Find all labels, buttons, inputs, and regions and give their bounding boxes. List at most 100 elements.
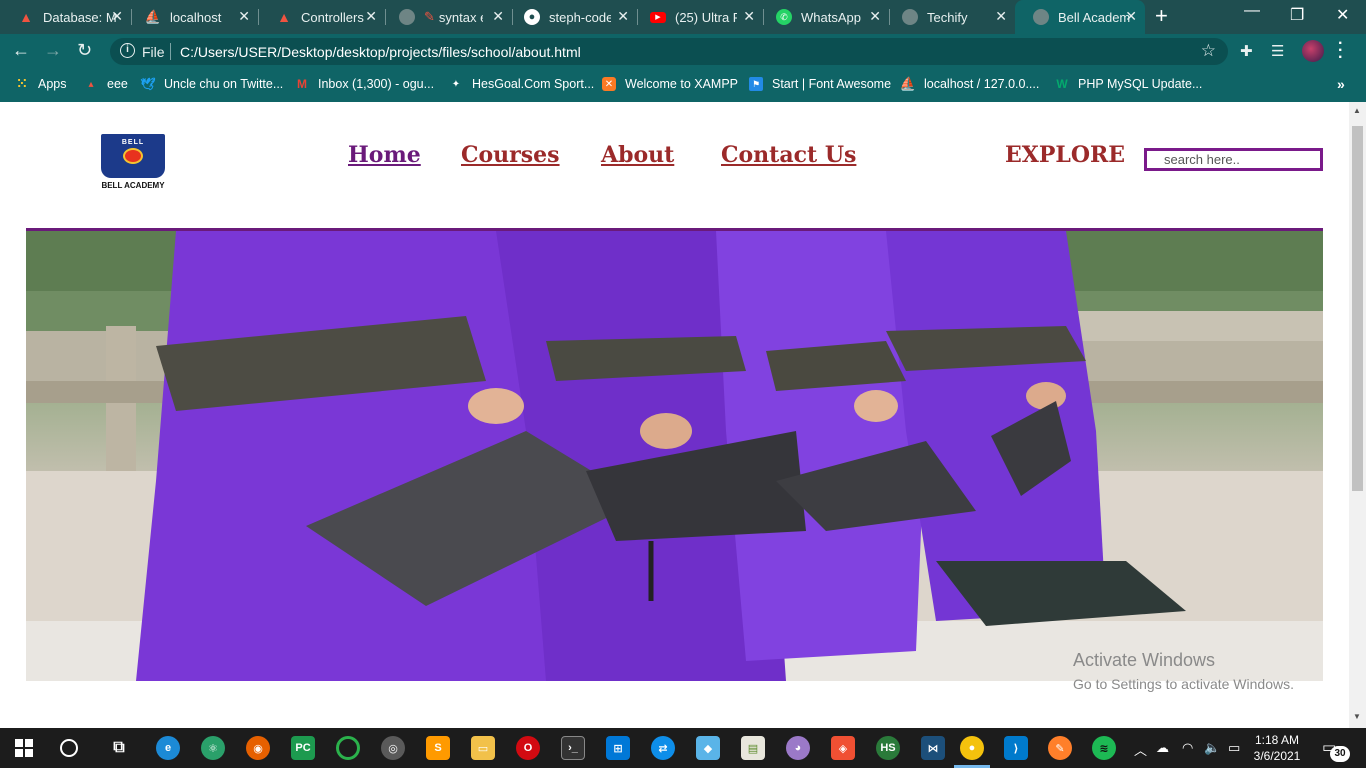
media-app-icon[interactable]: ◎ bbox=[381, 736, 405, 760]
scroll-thumb[interactable] bbox=[1352, 126, 1363, 491]
tab-youtube[interactable]: ▶ (25) Ultra R ✕ bbox=[632, 0, 763, 34]
bookmark-hesgoal[interactable]: ✦ HesGoal.Com Sport... bbox=[449, 77, 594, 91]
close-icon[interactable]: ✕ bbox=[995, 9, 1007, 23]
system-clock[interactable]: 1:18 AM 3/6/2021 bbox=[1252, 732, 1302, 764]
bookmark-phpmyadmin[interactable]: ⛵ localhost / 127.0.0.... bbox=[899, 76, 1040, 91]
bookmark-icon: ▴ bbox=[88, 78, 94, 90]
close-icon[interactable]: ✕ bbox=[365, 9, 377, 23]
menu-kebab-icon[interactable]: · · · bbox=[1338, 36, 1343, 66]
gmail-icon: M bbox=[297, 77, 307, 91]
spotify-icon[interactable]: ≋ bbox=[1092, 736, 1116, 760]
hotspot-shield-icon[interactable]: HS bbox=[876, 736, 900, 760]
browser-toolbar: ← → ↻ i File C:/Users/USER/Desktop/deskt… bbox=[0, 34, 1366, 68]
media-queue-icon[interactable]: ☰ bbox=[1271, 42, 1284, 60]
bookmark-font-awesome[interactable]: ⚑ Start | Font Awesome bbox=[749, 77, 891, 91]
pycharm-icon[interactable]: PC bbox=[291, 736, 315, 760]
chrome-icon[interactable]: ● bbox=[960, 736, 984, 760]
phpmyadmin-icon: ⛵ bbox=[899, 76, 917, 91]
tab-github[interactable]: ● steph-code ✕ bbox=[506, 0, 637, 34]
cat-app-icon[interactable]: ◕ bbox=[786, 736, 810, 760]
chart-app-icon[interactable]: ▤ bbox=[741, 736, 765, 760]
bookmark-w3schools[interactable]: W PHP MySQL Update... bbox=[1055, 77, 1202, 91]
close-icon[interactable]: ✕ bbox=[1125, 9, 1137, 23]
tab-controllers[interactable]: ▲ Controllers ✕ bbox=[258, 0, 385, 34]
restore-icon[interactable]: ❐ bbox=[1290, 5, 1304, 25]
tab-title: (25) Ultra R bbox=[675, 9, 737, 25]
wifi-icon[interactable]: ◠ bbox=[1182, 740, 1193, 756]
nav-courses[interactable]: Courses bbox=[461, 142, 560, 168]
tab-whatsapp[interactable]: ✆ WhatsApp ✕ bbox=[758, 0, 889, 34]
tab-syntax[interactable]: ✎ syntax e ✕ bbox=[381, 0, 512, 34]
address-bar[interactable]: i File C:/Users/USER/Desktop/desktop/pro… bbox=[110, 38, 1228, 65]
bookmark-label: localhost / 127.0.0.... bbox=[924, 77, 1040, 91]
atom-icon[interactable]: ⚛ bbox=[201, 736, 225, 760]
tab-strip: ▲ Database: M ✕ ⛵ localhost ✕ ▲ Controll… bbox=[0, 0, 1366, 34]
bookmark-gmail[interactable]: M Inbox (1,300) - ogu... bbox=[295, 77, 434, 91]
mysql-workbench-icon[interactable]: ⋈ bbox=[921, 736, 945, 760]
bookmark-label: PHP MySQL Update... bbox=[1078, 77, 1203, 91]
teamviewer-icon[interactable]: ⇄ bbox=[651, 736, 675, 760]
close-icon[interactable]: ✕ bbox=[111, 9, 123, 23]
bookmark-star-icon[interactable]: ☆ bbox=[1201, 41, 1216, 61]
start-button[interactable] bbox=[15, 739, 33, 757]
hero-image bbox=[26, 228, 1323, 681]
git-icon[interactable]: ◈ bbox=[831, 736, 855, 760]
onedrive-cloud-icon[interactable]: ☁ bbox=[1156, 740, 1169, 756]
opera-icon[interactable]: O bbox=[516, 736, 540, 760]
vscode-icon[interactable]: ⟩ bbox=[1004, 736, 1028, 760]
battery-icon[interactable]: ▭ bbox=[1228, 740, 1240, 756]
back-arrow-icon[interactable]: ← bbox=[12, 40, 30, 60]
tab-database[interactable]: ▲ Database: M ✕ bbox=[0, 0, 131, 34]
minimize-icon[interactable]: — bbox=[1244, 2, 1260, 20]
url-text[interactable]: C:/Users/USER/Desktop/desktop/projects/f… bbox=[180, 44, 581, 60]
new-tab-button[interactable]: + bbox=[1155, 5, 1168, 27]
nav-contact-us[interactable]: Contact Us bbox=[721, 142, 856, 168]
green-circle-app-icon[interactable] bbox=[336, 736, 360, 760]
tab-bell-academy[interactable]: Bell Academ ✕ bbox=[1015, 0, 1145, 34]
bell-academy-logo[interactable]: BELL BELL ACADEMY bbox=[96, 134, 170, 192]
close-icon[interactable]: ✕ bbox=[617, 9, 629, 23]
bookmark-twitter[interactable]: 🕊 Uncle chu on Twitte... bbox=[140, 77, 283, 91]
info-icon[interactable]: i bbox=[120, 43, 135, 58]
extensions-puzzle-icon[interactable]: ✚ bbox=[1240, 42, 1253, 60]
scroll-up-arrow-icon[interactable]: ▲ bbox=[1353, 106, 1361, 115]
close-icon[interactable]: ✕ bbox=[743, 9, 755, 23]
profile-avatar[interactable] bbox=[1302, 40, 1324, 62]
task-view-icon[interactable]: ⧉ bbox=[107, 736, 131, 760]
close-window-icon[interactable]: ✕ bbox=[1336, 5, 1349, 25]
store-icon[interactable]: ⊞ bbox=[606, 736, 630, 760]
bookmark-xampp[interactable]: ✕ Welcome to XAMPP bbox=[602, 77, 738, 91]
edge-icon[interactable]: e bbox=[156, 736, 180, 760]
terminal-icon[interactable]: ›_ bbox=[561, 736, 585, 760]
close-icon[interactable]: ✕ bbox=[492, 9, 504, 23]
sublime-text-icon[interactable]: S bbox=[426, 736, 450, 760]
w3-icon: W bbox=[1056, 77, 1068, 91]
graduates-illustration bbox=[26, 231, 1323, 681]
twitter-icon: 🕊 bbox=[140, 77, 156, 91]
bookmark-apps[interactable]: ⁙ Apps bbox=[15, 76, 67, 91]
flag-icon: ⚑ bbox=[749, 77, 763, 91]
tab-localhost[interactable]: ⛵ localhost ✕ bbox=[127, 0, 258, 34]
scroll-down-arrow-icon[interactable]: ▼ bbox=[1353, 712, 1361, 721]
tab-title: Bell Academ bbox=[1058, 9, 1130, 25]
nav-about[interactable]: About bbox=[601, 142, 674, 168]
github-icon: ● bbox=[524, 9, 540, 25]
file-explorer-icon[interactable]: ▭ bbox=[471, 736, 495, 760]
firefox-icon[interactable]: ◉ bbox=[246, 736, 270, 760]
tab-techify[interactable]: Techify ✕ bbox=[884, 0, 1015, 34]
forward-arrow-icon[interactable]: → bbox=[44, 40, 62, 60]
close-icon[interactable]: ✕ bbox=[238, 9, 250, 23]
search-input[interactable] bbox=[1144, 148, 1323, 171]
more-bookmarks-icon[interactable]: » bbox=[1337, 76, 1345, 92]
volume-icon[interactable]: 🔈 bbox=[1204, 740, 1220, 756]
globe-icon bbox=[399, 9, 415, 25]
search-circle-icon[interactable] bbox=[60, 739, 78, 757]
bookmark-eee[interactable]: ▴ eee bbox=[84, 77, 127, 91]
postman-icon[interactable]: ✎ bbox=[1048, 736, 1072, 760]
notes-app-icon[interactable]: ◆ bbox=[696, 736, 720, 760]
tray-overflow-chevron-icon[interactable]: ︿ bbox=[1134, 740, 1147, 759]
vertical-scrollbar[interactable]: ▲ ▼ bbox=[1349, 102, 1366, 728]
reload-icon[interactable]: ↻ bbox=[77, 40, 92, 60]
close-icon[interactable]: ✕ bbox=[869, 9, 881, 23]
nav-home[interactable]: Home bbox=[348, 142, 421, 168]
